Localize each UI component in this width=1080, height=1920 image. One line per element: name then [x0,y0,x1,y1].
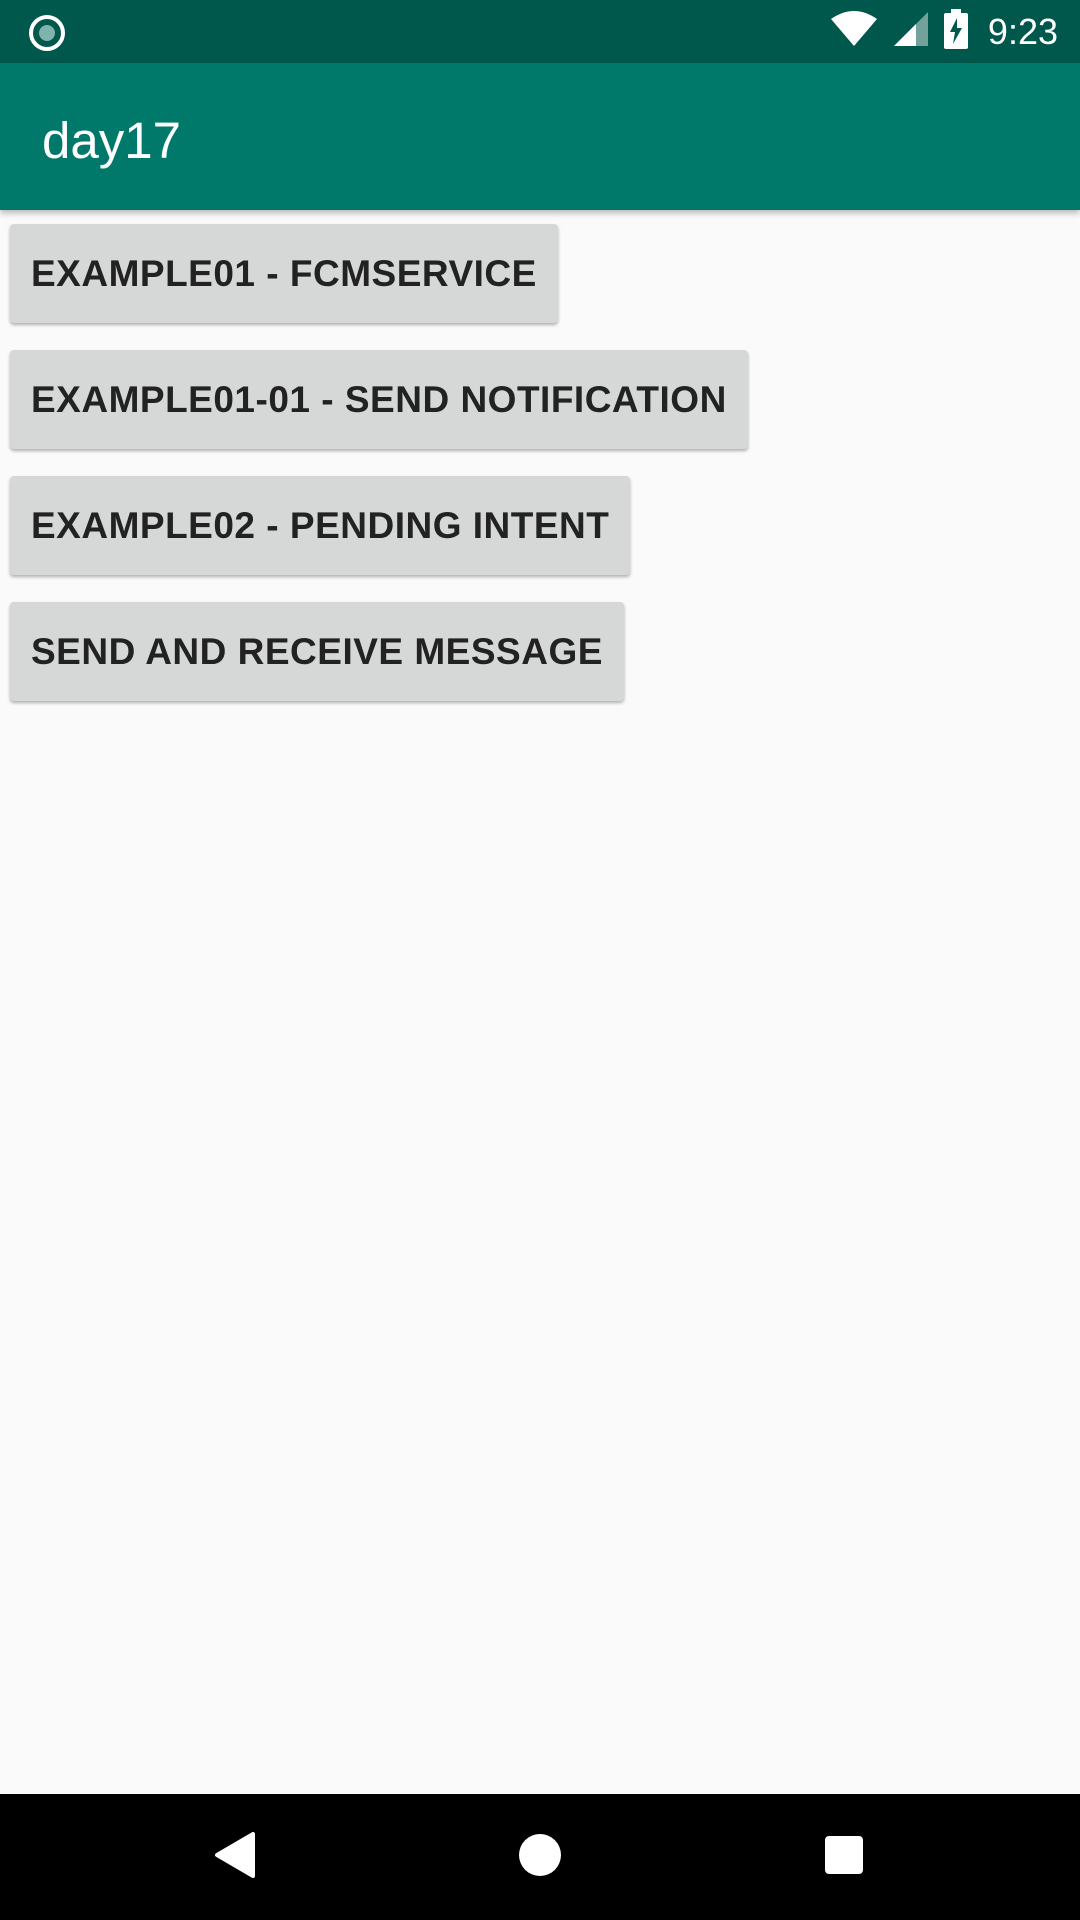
example01-01-send-notification-button[interactable]: EXAMPLE01-01 - SEND NOTIFICATION [10,350,748,449]
status-icons: 9:23 [830,0,1058,63]
app-title: day17 [42,112,181,169]
navigation-bar [0,1794,1080,1920]
recents-icon [823,1834,865,1881]
recents-button[interactable] [784,1794,904,1920]
example02-pending-intent-button[interactable]: EXAMPLE02 - PENDING INTENT [10,476,631,575]
cell-signal-icon [892,10,930,53]
notification-circle-icon [28,14,66,52]
example01-fcmservice-button[interactable]: EXAMPLE01 - FCMSERVICE [10,224,558,323]
app-bar: day17 [0,63,1080,210]
back-icon [213,1830,257,1885]
back-button[interactable] [175,1794,295,1920]
home-icon [517,1832,563,1883]
status-time: 9:23 [987,10,1058,52]
wifi-icon [830,11,878,52]
main-content: EXAMPLE01 - FCMSERVICE EXAMPLE01-01 - SE… [0,210,1080,1794]
send-and-receive-message-button[interactable]: SEND AND RECEIVE MESSAGE [10,602,624,701]
status-bar: 9:23 [0,0,1080,63]
battery-charging-icon [943,9,968,54]
home-button[interactable] [480,1794,600,1920]
